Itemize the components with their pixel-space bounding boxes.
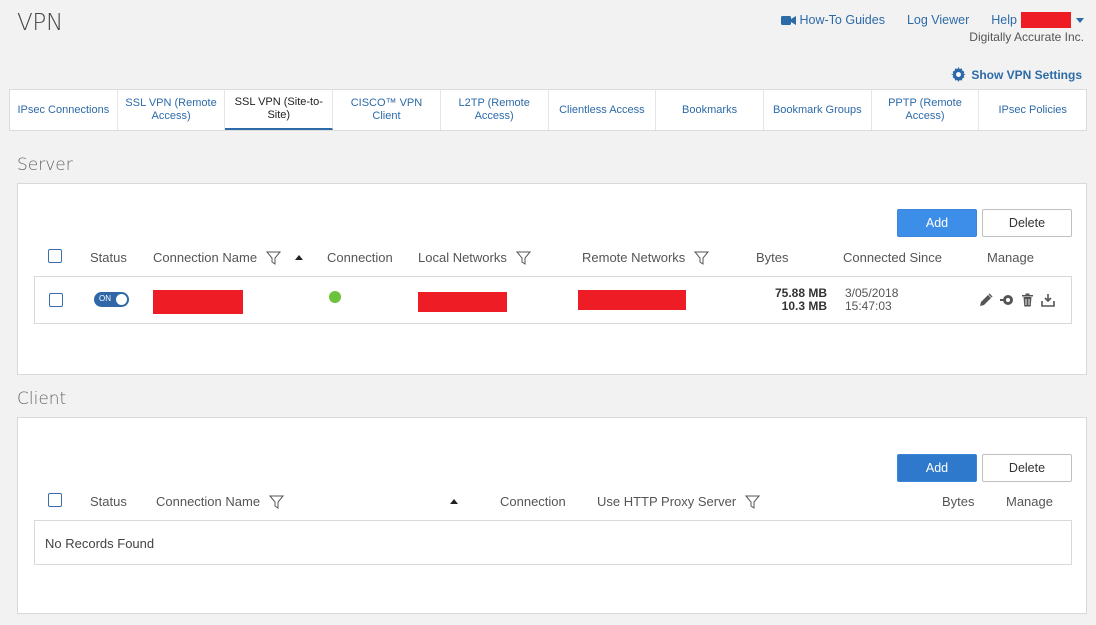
- server-col-bytes: Bytes: [756, 250, 789, 265]
- client-add-button[interactable]: Add: [897, 454, 977, 482]
- connect-icon[interactable]: [1000, 293, 1014, 307]
- server-col-connected-since: Connected Since: [843, 250, 943, 265]
- trash-icon[interactable]: [1021, 293, 1034, 307]
- redacted-connection-name: [153, 290, 243, 314]
- table-row: ON 75.88 MB 10.3 MB 3/05/2018 15:47:03: [34, 276, 1072, 324]
- sort-ascending-icon[interactable]: [295, 255, 304, 260]
- no-records-message: No Records Found: [45, 536, 155, 551]
- vpn-tabs: IPsec Connections SSL VPN (Remote Access…: [9, 89, 1087, 131]
- server-col-remote-networks[interactable]: Remote Networks: [582, 250, 710, 265]
- client-col-connection-name[interactable]: Connection Name: [156, 494, 285, 509]
- bytes-values: 75.88 MB 10.3 MB: [755, 287, 827, 313]
- filter-icon[interactable]: [266, 251, 282, 265]
- tab-pptp-remote-access[interactable]: PPTP (Remote Access): [872, 90, 980, 130]
- toggle-knob: [116, 294, 127, 305]
- status-toggle[interactable]: ON: [94, 292, 129, 307]
- server-col-local-networks[interactable]: Local Networks: [418, 250, 531, 265]
- server-panel: Add Delete Status Connection Name Connec…: [17, 183, 1087, 375]
- server-col-remote-networks-label: Remote Networks: [582, 250, 686, 265]
- client-col-use-http-proxy-label: Use HTTP Proxy Server: [597, 494, 737, 509]
- client-col-status: Status: [90, 494, 127, 509]
- server-section-title: Server: [17, 155, 73, 175]
- tab-ipsec-connections[interactable]: IPsec Connections: [10, 90, 118, 130]
- how-to-guides-link[interactable]: How-To Guides: [780, 13, 885, 27]
- filter-icon[interactable]: [269, 495, 285, 509]
- client-col-bytes: Bytes: [942, 494, 975, 509]
- server-col-connection-name-label: Connection Name: [153, 250, 258, 265]
- client-col-manage: Manage: [1006, 494, 1053, 509]
- server-col-manage: Manage: [987, 250, 1034, 265]
- company-name: Digitally Accurate Inc.: [969, 30, 1084, 44]
- help-menu[interactable]: Help: [991, 12, 1084, 28]
- server-col-status: Status: [90, 250, 127, 265]
- sort-ascending-icon[interactable]: [450, 499, 458, 504]
- connected-since: 3/05/2018 15:47:03: [845, 287, 898, 313]
- log-viewer-link[interactable]: Log Viewer: [907, 13, 969, 27]
- server-col-local-networks-label: Local Networks: [418, 250, 507, 265]
- how-to-guides-label: How-To Guides: [799, 13, 885, 27]
- client-panel: Add Delete Status Connection Name Connec…: [17, 417, 1087, 614]
- tab-bookmarks[interactable]: Bookmarks: [656, 90, 764, 130]
- client-select-all-checkbox[interactable]: [48, 493, 62, 507]
- redacted-remote-networks: [578, 290, 686, 310]
- tab-clientless-access[interactable]: Clientless Access: [549, 90, 657, 130]
- show-vpn-settings-link[interactable]: Show VPN Settings: [951, 67, 1082, 82]
- redacted-username: [1021, 12, 1071, 28]
- filter-icon[interactable]: [745, 495, 761, 509]
- empty-row: No Records Found: [34, 520, 1072, 565]
- tab-ssl-vpn-site-to-site[interactable]: SSL VPN (Site-to-Site): [225, 90, 334, 130]
- redacted-local-networks: [418, 292, 507, 312]
- filter-icon[interactable]: [694, 251, 710, 265]
- status-toggle-label: ON: [99, 294, 111, 303]
- connected-since-time: 15:47:03: [845, 299, 892, 313]
- page-title: VPN: [17, 10, 63, 36]
- show-vpn-settings-label: Show VPN Settings: [971, 67, 1082, 82]
- client-delete-button[interactable]: Delete: [982, 454, 1072, 482]
- tab-bookmark-groups[interactable]: Bookmark Groups: [764, 90, 872, 130]
- server-delete-button[interactable]: Delete: [982, 209, 1072, 237]
- tab-l2tp-remote-access[interactable]: L2TP (Remote Access): [441, 90, 549, 130]
- server-select-all-checkbox[interactable]: [48, 249, 62, 263]
- tab-cisco-vpn-client[interactable]: CISCO™ VPN Client: [333, 90, 441, 130]
- client-col-connection-name-label: Connection Name: [156, 494, 261, 509]
- tab-ssl-vpn-remote-access[interactable]: SSL VPN (Remote Access): [118, 90, 226, 130]
- gear-icon: [951, 67, 967, 82]
- chevron-down-icon: [1076, 17, 1084, 23]
- top-nav: How-To Guides Log Viewer Help: [780, 12, 1084, 28]
- edit-icon[interactable]: [979, 293, 993, 307]
- manage-actions: [979, 293, 1062, 307]
- download-icon[interactable]: [1041, 293, 1055, 307]
- server-col-connection: Connection: [327, 250, 393, 265]
- connection-status-dot: [329, 291, 341, 303]
- tab-ipsec-policies[interactable]: IPsec Policies: [979, 90, 1086, 130]
- client-col-connection: Connection: [500, 494, 566, 509]
- row-checkbox[interactable]: [49, 293, 63, 307]
- server-col-connection-name[interactable]: Connection Name: [153, 250, 304, 265]
- client-col-use-http-proxy[interactable]: Use HTTP Proxy Server: [597, 494, 761, 509]
- bytes-out: 10.3 MB: [781, 299, 827, 313]
- server-add-button[interactable]: Add: [897, 209, 977, 237]
- filter-icon[interactable]: [515, 251, 531, 265]
- help-label: Help: [991, 13, 1017, 27]
- client-section-title: Client: [17, 389, 67, 409]
- video-camera-icon: [780, 15, 796, 25]
